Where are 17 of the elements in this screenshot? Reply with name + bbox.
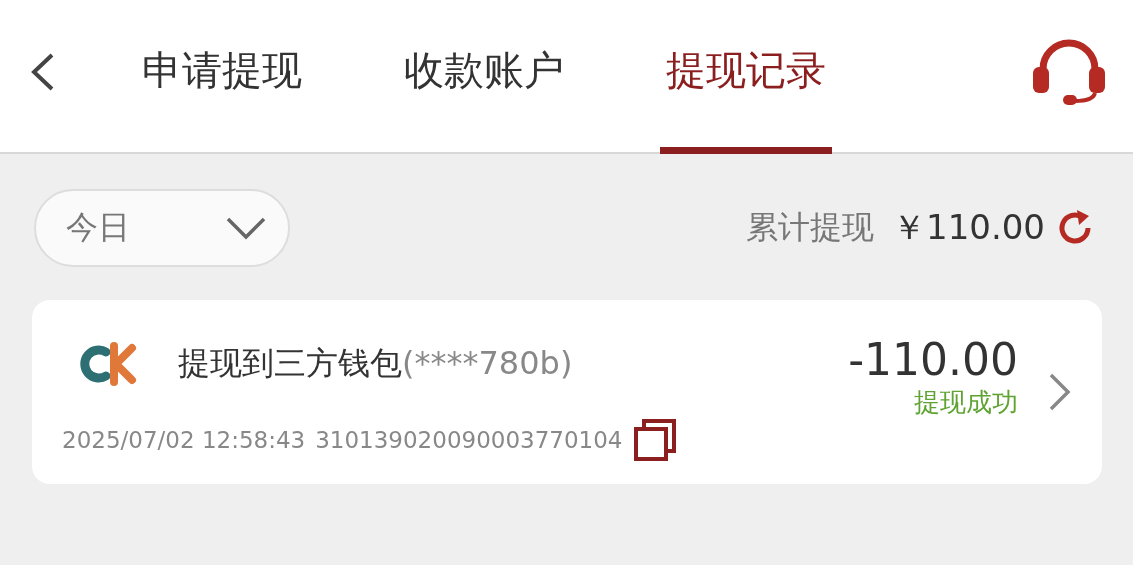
total-label: 累计提现 bbox=[746, 207, 875, 248]
account-number: (****780b) bbox=[402, 344, 573, 382]
tab[interactable]: 申请提现 bbox=[136, 0, 308, 154]
tab[interactable]: 收款账户 bbox=[398, 0, 570, 154]
order-number: 310139020090003770104 bbox=[315, 427, 623, 453]
status-label: 提现成功 bbox=[914, 386, 1018, 419]
chevron-right-icon[interactable] bbox=[1048, 372, 1072, 412]
tab[interactable]: 提现记录 bbox=[660, 0, 832, 154]
chevron-down-icon bbox=[226, 216, 266, 240]
record-amount: -110.00 bbox=[848, 334, 1018, 385]
record-title: 提现到三方钱包 bbox=[178, 344, 402, 382]
total-amount: ￥110.00 bbox=[892, 206, 1045, 249]
copy-icon[interactable] bbox=[632, 418, 677, 462]
record-time: 2025/07/02 12:58:43 bbox=[62, 427, 306, 453]
headset-icon[interactable] bbox=[1031, 37, 1107, 107]
date-dropdown[interactable]: 今日 bbox=[34, 189, 290, 267]
record-card[interactable]: 提现到三方钱包(****780b) 2025/07/02 12:58:43 310139020090003770104 -110.00 提现成功 bbox=[32, 300, 1102, 484]
